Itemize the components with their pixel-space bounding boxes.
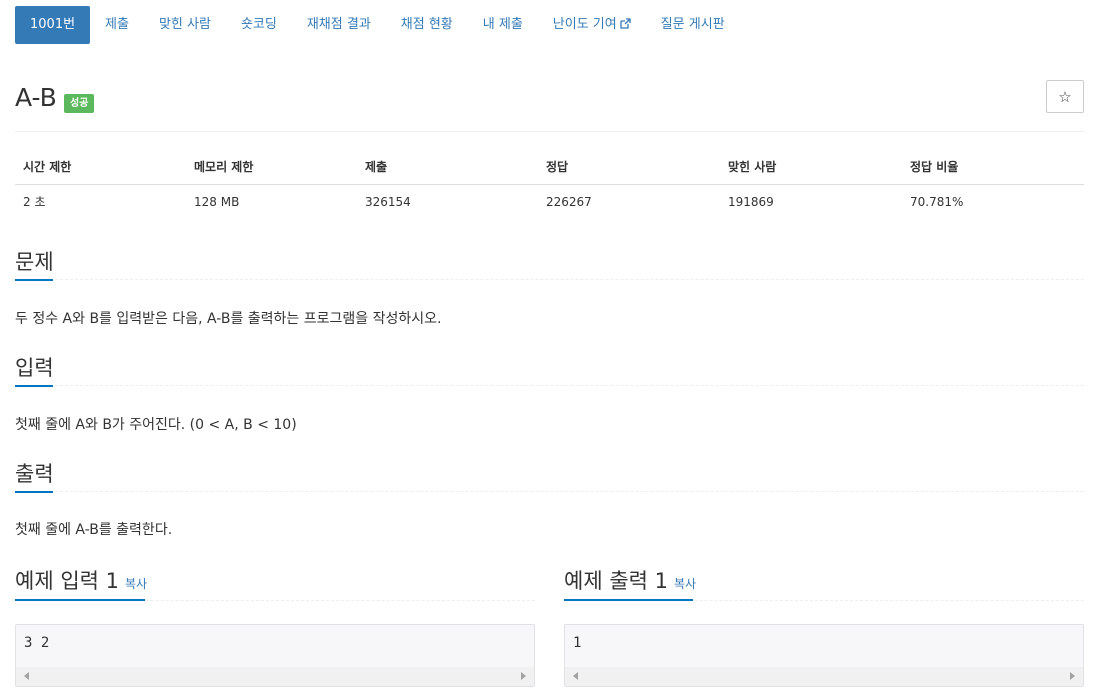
section-title-output: 출력 (15, 462, 54, 486)
section-title-problem: 문제 (15, 250, 54, 274)
accept-ratio-header: 정답 비율 (902, 150, 1084, 185)
table-row: 2 초 128 MB 326154 226267 191869 70.781% (15, 184, 1084, 219)
sample-output-box[interactable]: 1 (564, 624, 1084, 687)
sample-output-title: 예제 출력 1 (564, 569, 668, 593)
memory-limit-value: 128 MB (194, 194, 240, 209)
submissions-value: 326154 (365, 194, 411, 209)
scroll-left-icon[interactable] (24, 672, 29, 680)
sample-input-title: 예제 입력 1 (15, 569, 119, 593)
horizontal-scrollbar[interactable] (565, 667, 1083, 686)
output-description-text: 첫째 줄에 A-B를 출력한다. (15, 522, 173, 538)
tab-judge-status[interactable]: 채점 현황 (386, 6, 468, 44)
accepted-header: 정답 (538, 150, 720, 185)
sample-input-header: 예제 입력 1 복사 (15, 568, 147, 597)
section-underline (15, 385, 53, 387)
tab-short-coding[interactable]: 숏코딩 (226, 6, 292, 44)
copy-sample-output-button[interactable]: 복사 (674, 577, 696, 591)
horizontal-scrollbar[interactable] (16, 667, 534, 686)
sample-output-text: 1 (573, 635, 582, 651)
time-limit-header: 시간 제한 (15, 150, 186, 185)
scroll-right-icon[interactable] (521, 672, 526, 680)
tab-my-submissions[interactable]: 내 제출 (468, 6, 538, 44)
section-divider (15, 491, 1084, 492)
time-limit-value: 2 초 (23, 195, 46, 210)
scroll-left-icon[interactable] (573, 672, 578, 680)
memory-limit-header: 메모리 제한 (186, 150, 357, 185)
scroll-right-icon[interactable] (1070, 672, 1075, 680)
problem-description-section: 문제 두 정수 A와 B를 입력받은 다음, A-B를 출력하는 프로그램을 작… (15, 249, 1084, 339)
sample-output-header: 예제 출력 1 복사 (564, 568, 696, 597)
tab-submit[interactable]: 제출 (90, 6, 144, 44)
tab-problem[interactable]: 1001번 (15, 6, 91, 44)
external-link-icon (620, 7, 631, 45)
problem-info-table: 시간 제한 메모리 제한 제출 정답 맞힌 사람 정답 비율 2 초 128 M… (15, 150, 1084, 219)
tab-rejudge-results[interactable]: 재채점 결과 (292, 6, 386, 44)
sample-input-box[interactable]: 3 2 (15, 624, 535, 687)
section-divider (15, 385, 1084, 386)
star-icon: ☆ (1058, 87, 1072, 106)
section-underline (15, 279, 53, 281)
tab-difficulty-contribution[interactable]: 난이도 기여 (538, 6, 646, 44)
section-underline (15, 599, 145, 601)
section-underline (564, 599, 693, 601)
problem-menu-tabs: 1001번 제출 맞힌 사람 숏코딩 재채점 결과 채점 현황 내 제출 난이도… (15, 6, 740, 44)
accept-ratio-value: 70.781% (910, 194, 964, 209)
problem-header: A-B 성공 ☆ (15, 80, 1084, 120)
output-section: 출력 첫째 줄에 A-B를 출력한다. (15, 461, 1084, 551)
favorite-button[interactable]: ☆ (1046, 80, 1084, 113)
copy-sample-input-button[interactable]: 복사 (125, 577, 147, 591)
section-title-input: 입력 (15, 356, 54, 380)
problem-description-text: 두 정수 A와 B를 입력받은 다음, A-B를 출력하는 프로그램을 작성하시… (15, 311, 442, 327)
table-header-row: 시간 제한 메모리 제한 제출 정답 맞힌 사람 정답 비율 (15, 150, 1084, 185)
solved-users-header: 맞힌 사람 (720, 150, 902, 185)
input-description-text: 첫째 줄에 A와 B가 주어진다. (0 < A, B < 10) (15, 417, 297, 433)
tab-difficulty-label: 난이도 기여 (552, 17, 617, 32)
accepted-value: 226267 (546, 194, 592, 209)
submissions-header: 제출 (357, 150, 538, 185)
tab-solved-users[interactable]: 맞힌 사람 (144, 6, 226, 44)
divider (15, 131, 1084, 132)
status-badge: 성공 (64, 94, 95, 113)
section-underline (15, 491, 53, 493)
solved-users-value: 191869 (728, 194, 774, 209)
sample-input-text: 3 2 (24, 635, 50, 651)
tab-question-board[interactable]: 질문 게시판 (646, 6, 740, 44)
problem-title: A-B (15, 83, 57, 112)
input-section: 입력 첫째 줄에 A와 B가 주어진다. (0 < A, B < 10) (15, 355, 1084, 445)
section-divider (15, 279, 1084, 280)
